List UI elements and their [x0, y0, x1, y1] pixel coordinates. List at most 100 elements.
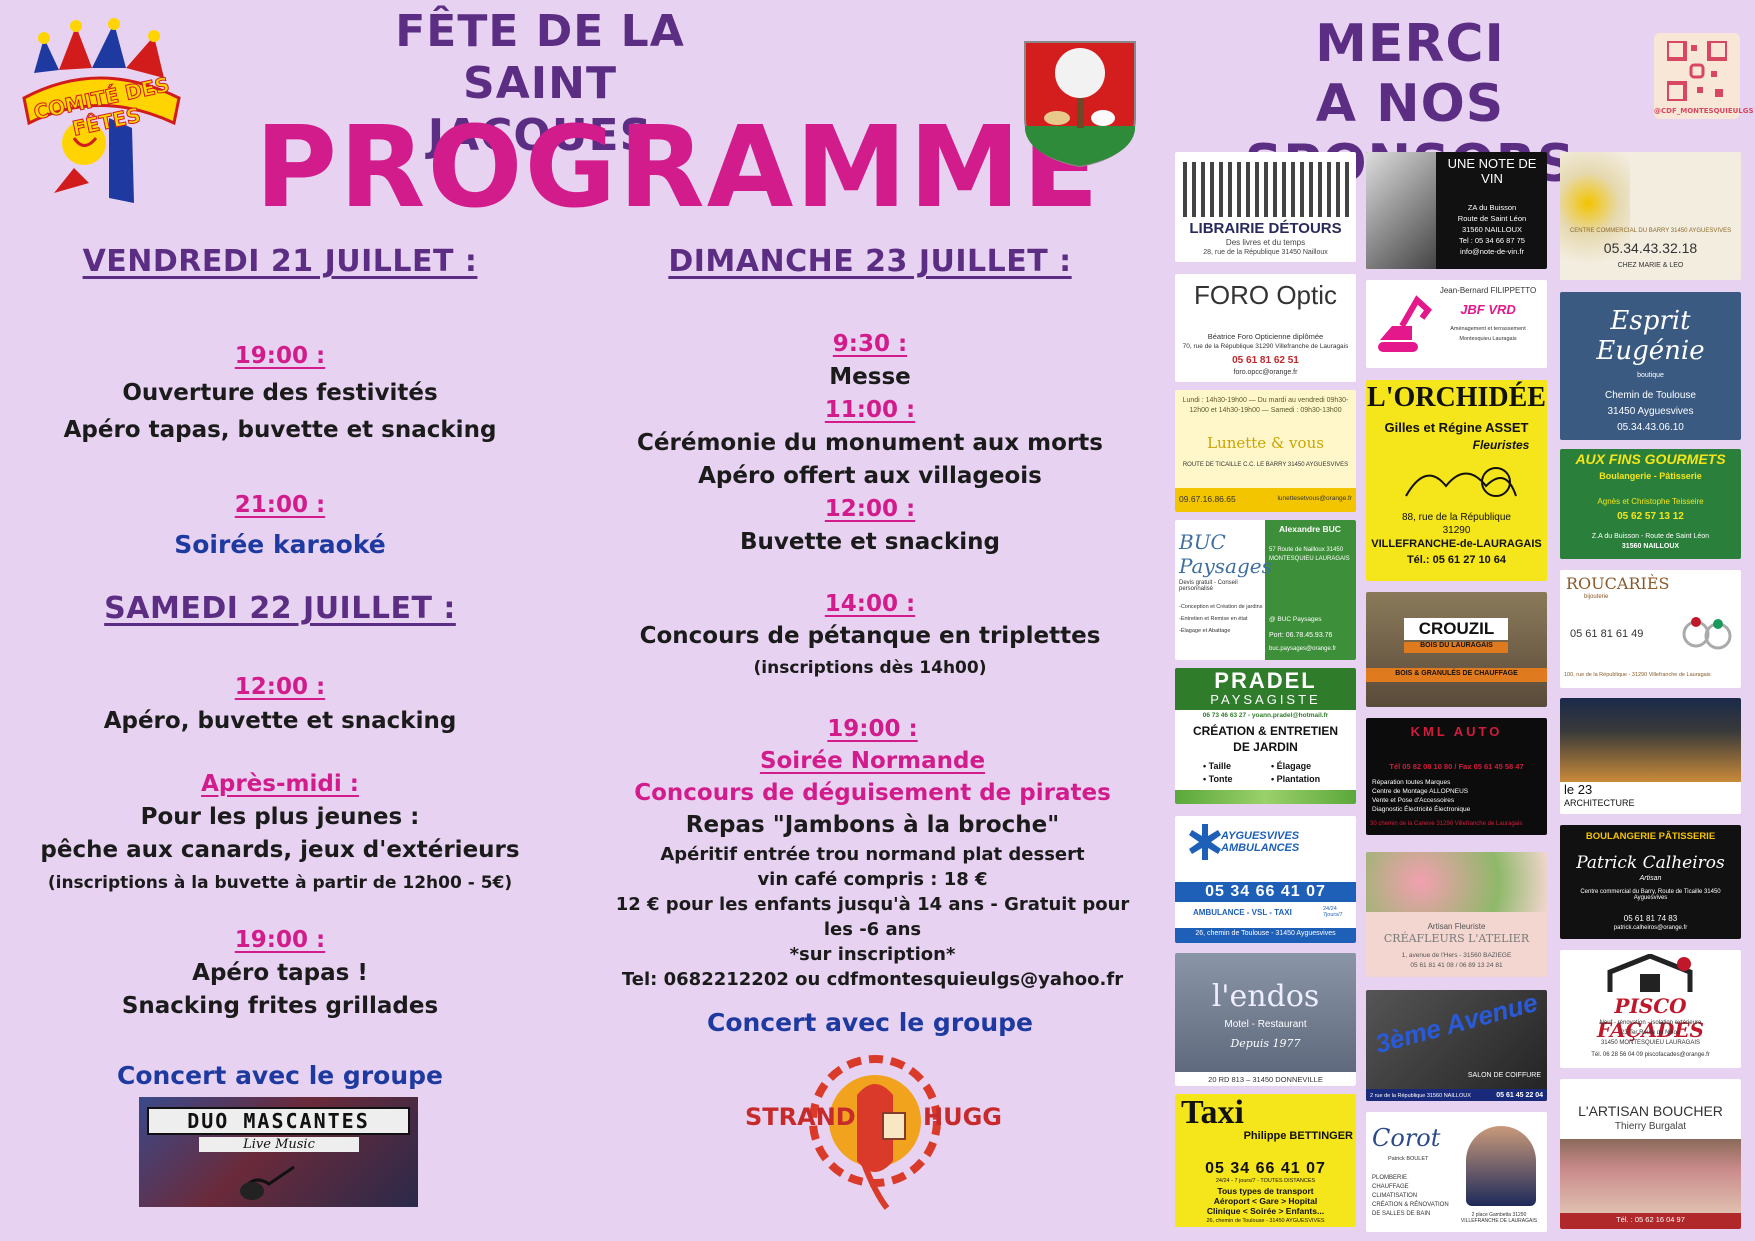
sponsor-note-de-vin: UNE NOTE DE VIN ZA du Buisson Route de S… [1366, 152, 1547, 269]
saturday-afternoon: Après-midi : Pour les plus jeunes : pêch… [40, 768, 520, 900]
sponsor-calheiros: BOULANGERIE PÂTISSERIE Patrick Calheiros… [1560, 825, 1741, 939]
pradel-name: PRADEL [1214, 668, 1317, 693]
kml-addr: 30 chemin de la Caneve 31290 Villefranch… [1370, 821, 1523, 827]
jbf-l2: Montesquieu Lauragais [1459, 336, 1517, 342]
programme-title: PROGRAMME [255, 103, 1101, 233]
sponsor-taxi: Taxi Philippe BETTINGER 05 34 66 41 07 2… [1175, 1094, 1356, 1227]
duo-mascantes-sub: Live Music [199, 1137, 359, 1152]
note-de-vin-name: UNE NOTE DE VIN [1447, 156, 1537, 186]
sponsor-artisan-boucher: L'ARTISAN BOUCHER Thierry Burgalat Tél. … [1560, 1079, 1741, 1229]
sunday-contact: Tel: 0682212202 ou cdfmontesquieulgs@yah… [621, 969, 1124, 990]
star-of-life-icon [1189, 824, 1221, 860]
lendos-since: Depuis 1977 [1230, 1037, 1301, 1050]
fete-title-line1: FÊTE DE LA [395, 6, 685, 57]
fins-gourmets-name: AUX FINS GOURMETS [1575, 451, 1726, 467]
ambulances-addr: 26, chemin de Toulouse - 31450 Ayguesviv… [1195, 930, 1336, 937]
instagram-qr-code[interactable]: @CDF_MONTESQUIEULGS [1654, 33, 1754, 119]
qr-handle: @CDF_MONTESQUIEULGS [1654, 107, 1754, 115]
corot-addr: 2 place Gambetta 31290 VILLEFRANCHE DE L… [1460, 1212, 1538, 1224]
strand-hugg-left: STRAND [745, 1103, 856, 1131]
ambulances-name: AYGUESVIVES AMBULANCES [1221, 830, 1300, 854]
esprit-name: Esprit Eugénie [1596, 306, 1705, 366]
saturday-evening: 19:00 : Apéro tapas ! Snacking frites gr… [60, 924, 500, 1023]
sunday-line-11: vin café compris : 18 € [757, 869, 988, 890]
sunday-line-10: Apéritif entrée trou normand plat desser… [660, 844, 1085, 865]
sponsor-creafleurs: Artisan Fleuriste CRÉAFLEURS L'ATELIER 1… [1366, 852, 1547, 977]
ring-icon [1682, 617, 1732, 650]
foro-mail: foro.opcc@orange.fr [1233, 369, 1298, 376]
calheiros-tel: 05 61 81 74 83 [1623, 914, 1678, 923]
friday-time-1: 19:00 : [234, 343, 326, 369]
sunday-petanque: 14:00 : Concours de pétanque en triplett… [620, 588, 1120, 684]
3eme-addr: 2 rue de la République 31560 NAILLOUX [1370, 1093, 1471, 1099]
sponsor-lendos: l'endos Motel - Restaurant Depuis 1977 2… [1175, 953, 1356, 1086]
foro-l1: Béatrice Foro Opticienne diplômée [1207, 332, 1324, 341]
foro-l2: 70, rue de la République 31290 Villefran… [1182, 343, 1349, 350]
calheiros-mail: patrick.calheiros@orange.fr [1613, 925, 1688, 931]
sunday-schedule: 9:30 : Messe 11:00 : Cérémonie du monume… [620, 328, 1120, 559]
friday-section: VENDREDI 21 JUILLET : [60, 244, 500, 279]
lunette-tel: 09.67.16.86.65 [1179, 494, 1236, 504]
sponsor-chez-marie-leo: CENTRE COMMERCIAL DU BARRY 31450 AYGUESV… [1560, 152, 1741, 280]
sponsor-pisco-facades: PISCO FAÇADES Neuf - rénovation - isolat… [1560, 950, 1741, 1068]
pradel-l2: DE JARDIN [1233, 740, 1298, 754]
crouzil-sub: BOIS DU LAURAGAIS [1420, 642, 1493, 649]
buc-name: BUC Paysages [1179, 530, 1272, 578]
sponsor-esprit-eugenie: Esprit Eugénie boutique Chemin de Toulou… [1560, 292, 1741, 440]
corot-owner: Patrick BOULET [1388, 1156, 1429, 1162]
kml-tel: Tél 05 82 08 10 80 / Fax 05 61 45 58 47 [1389, 762, 1524, 771]
corot-l2: CHAUFFAGE [1372, 1184, 1409, 1190]
kml-l4: Diagnostic Électricité Électronique [1372, 806, 1471, 813]
saturday-title: SAMEDI 22 JUILLET : [104, 591, 456, 626]
esprit-addr1: Chemin de Toulouse [1605, 390, 1696, 401]
saturday-line-3: pêche aux canards, jeux d'extérieurs [40, 837, 520, 863]
sunday-time-4: 14:00 : [824, 591, 916, 617]
librairie-name: LIBRAIRIE DÉTOURS [1189, 220, 1342, 237]
sunday-time-1: 9:30 : [832, 331, 908, 357]
village-crest [1021, 38, 1139, 168]
note-de-vin-addr3: 31560 NAILLOUX [1461, 225, 1523, 234]
sunday-time-5: 19:00 : [827, 716, 918, 742]
pisco-addr1: 23 Ter Route de Nillou [1620, 1030, 1681, 1036]
sunday-soiree-normande: Soirée Normande [759, 748, 986, 774]
taxi-l1: 24/24 - 7 jours/7 - TOUTES DISTANCES [1215, 1178, 1316, 1184]
fins-gourmets-tel: 05 62 57 13 12 [1617, 511, 1684, 522]
creafleurs-name: CRÉAFLEURS L'ATELIER [1383, 932, 1530, 945]
fins-gourmets-sub: Boulangerie - Pâtisserie [1599, 471, 1702, 481]
guitar-icon [240, 1165, 295, 1200]
note-de-vin-tel: Tel : 05 34 66 87 75 [1459, 236, 1525, 245]
note-de-vin-address: ZA du Buisson Route de Saint Léon 31560 … [1438, 202, 1546, 257]
saturday-line-1: Apéro, buvette et snacking [103, 708, 457, 734]
lendos-name: l'endos [1211, 979, 1320, 1014]
marie-leo-addr: CENTRE COMMERCIAL DU BARRY 31450 AYGUESV… [1569, 228, 1732, 234]
buc-l2: -Conception et Création de jardins [1179, 604, 1263, 610]
3eme-tel: 05 61 45 22 04 [1496, 1092, 1543, 1099]
buc-port: Port: 06.78.45.93.76 [1269, 632, 1333, 639]
calheiros-name: Patrick Calheiros [1576, 853, 1725, 873]
sponsor-lunette-vous: Lundi : 14h30-19h00 — Du mardi au vendre… [1175, 390, 1356, 512]
sunday-line-2: Cérémonie du monument aux morts [637, 430, 1103, 456]
roucaries-name: ROUCARIÈS [1566, 574, 1670, 593]
sponsor-crouzil: CROUZIL BOIS DU LAURAGAIS BOIS & GRANULÉ… [1366, 592, 1547, 707]
sunday-line-12: 12 € pour les enfants jusqu'à 14 ans - G… [615, 894, 1130, 940]
saturday-line-5: Apéro tapas ! [192, 960, 368, 986]
saturday-noon: 12:00 : Apéro, buvette et snacking [60, 670, 500, 738]
corot-l4: CRÉATION & RÉNOVATION DE SALLES DE BAIN [1372, 1202, 1449, 1217]
sponsors-title-line1: MERCI [1315, 14, 1505, 74]
sponsor-buc-paysages: BUC Paysages Alexandre BUC 57 Route de N… [1175, 520, 1356, 660]
orchidee-role: Fleuristes [1472, 438, 1530, 452]
orchidee-owners: Gilles et Régine ASSET [1384, 420, 1529, 435]
saturday-section: SAMEDI 22 JUILLET : [60, 591, 500, 626]
corot-l3: CLIMATISATION [1372, 1193, 1418, 1199]
calheiros-sub: Artisan [1639, 875, 1662, 882]
corot-name: Corot [1372, 1124, 1441, 1152]
sunday-line-4: Buvette et snacking [740, 529, 1000, 555]
marie-leo-tel: 05.34.43.32.18 [1603, 240, 1698, 256]
roucaries-addr: 100, rue de la République - 31290 Villef… [1564, 672, 1711, 678]
orchidee-tel: Tél.: 05 61 27 10 64 [1406, 554, 1507, 566]
sponsor-le23-architecture: le 23 ARCHITECTURE [1560, 698, 1741, 814]
boucher-name: L'ARTISAN BOUCHER [1578, 1103, 1723, 1119]
kml-l3: Vente et Pose d'Accessoires [1372, 797, 1455, 804]
librairie-sub: Des livres et du temps [1225, 238, 1306, 247]
boucher-owner: Thierry Burgalat [1614, 1121, 1687, 1132]
